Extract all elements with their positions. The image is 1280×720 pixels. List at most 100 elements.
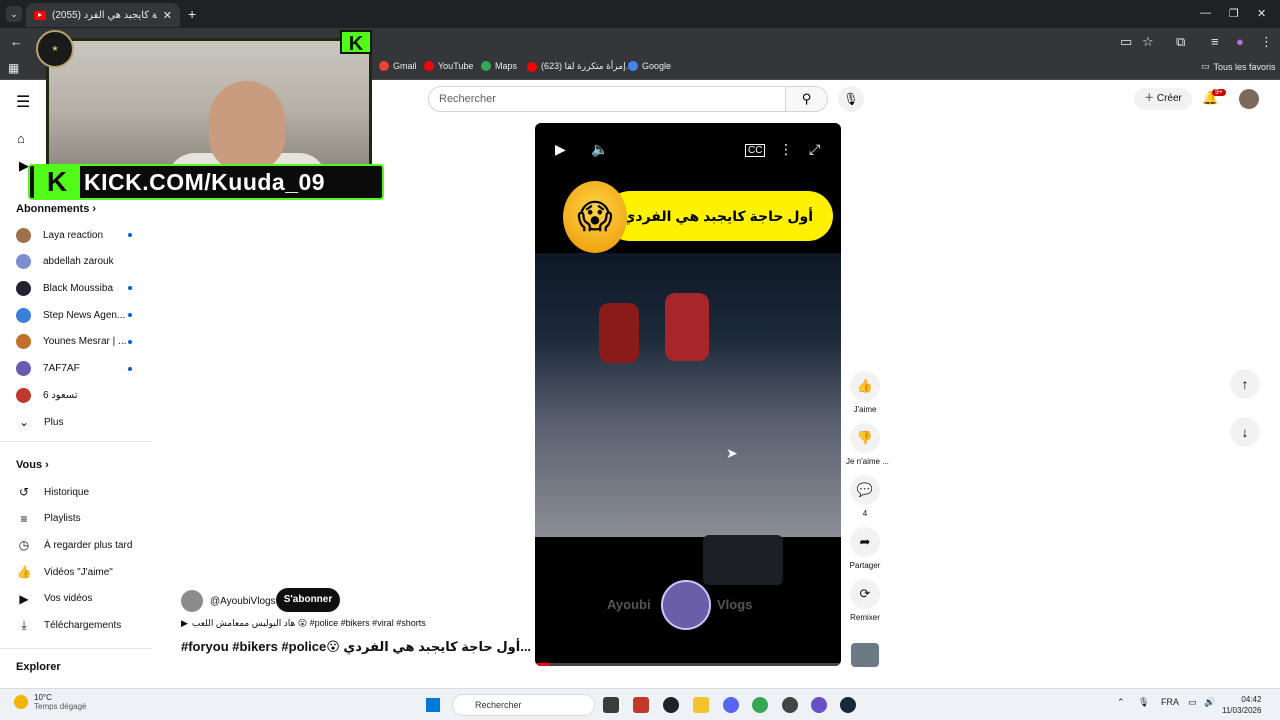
sidebar-more[interactable]: ⌄ Plus bbox=[16, 411, 146, 433]
subscription-item[interactable]: Step News Agen... bbox=[16, 304, 146, 326]
steam-icon[interactable] bbox=[840, 697, 856, 713]
bookmark-video[interactable]: (623) إمرأة متكررة لقا... bbox=[527, 61, 633, 72]
apps-icon[interactable]: ▦ bbox=[8, 61, 19, 75]
sidebar-more-label: Plus bbox=[44, 416, 64, 428]
google-icon bbox=[628, 61, 638, 71]
back-icon[interactable]: ← bbox=[10, 34, 23, 49]
sidebar-home-icon[interactable]: ⌂ bbox=[17, 131, 25, 146]
you-title[interactable]: Vous › bbox=[16, 459, 49, 471]
obs-icon[interactable] bbox=[663, 697, 679, 713]
subscription-item[interactable]: 7AF7AF bbox=[16, 358, 146, 380]
kick-banner: K KICK.COM/Kuuda_09 bbox=[28, 164, 384, 200]
app-icon[interactable] bbox=[633, 697, 649, 713]
remix-label: Remixer bbox=[850, 613, 880, 622]
menu-icon[interactable]: ⋮ bbox=[1260, 34, 1273, 50]
windows-start-icon[interactable] bbox=[426, 698, 440, 712]
weather-text: Temps dégagé bbox=[34, 702, 87, 711]
discord-icon[interactable] bbox=[723, 697, 739, 713]
language-indicator[interactable]: FRA bbox=[1161, 697, 1179, 707]
account-avatar[interactable] bbox=[1239, 89, 1259, 109]
bookmark-google[interactable]: Google bbox=[628, 61, 671, 71]
video-progress-bar[interactable] bbox=[535, 663, 841, 666]
subscription-item[interactable]: Laya reaction bbox=[16, 224, 146, 246]
more-options-icon[interactable]: ⋮ bbox=[779, 141, 793, 158]
media-icon[interactable]: ≡ bbox=[1211, 34, 1219, 49]
subscription-item[interactable]: Black Moussiba bbox=[16, 277, 146, 299]
sidebar-item[interactable]: ▶ Vos vidéos bbox=[16, 588, 146, 610]
subscription-item[interactable]: abdellah zarouk bbox=[16, 251, 146, 273]
bookmark-youtube[interactable]: YouTube bbox=[424, 61, 473, 71]
subscription-item[interactable]: 6 تسعود bbox=[16, 384, 146, 406]
sidebar-item[interactable]: ≡ Playlists bbox=[16, 508, 146, 530]
play-icon[interactable]: ▶ bbox=[555, 141, 566, 158]
app-icon[interactable] bbox=[811, 697, 827, 713]
shorts-video-player[interactable]: ▶ 🔈 CC ⋮ ⤢ أول حاجة كايجبد هي الفردي 😱 A… bbox=[535, 123, 841, 666]
sidebar-item[interactable]: 👍 Vidéos "J'aime" bbox=[16, 561, 146, 583]
network-icon[interactable]: ▭ bbox=[1188, 697, 1197, 708]
dislike-label: Je n'aime ... bbox=[846, 457, 889, 466]
new-tab-button[interactable]: + bbox=[188, 6, 196, 22]
captions-icon[interactable]: CC bbox=[745, 144, 766, 157]
file-explorer-icon[interactable] bbox=[693, 697, 709, 713]
next-video-button[interactable]: ↓ bbox=[1230, 417, 1260, 447]
webcam-feed bbox=[46, 38, 372, 181]
volume-icon[interactable]: 🔈 bbox=[591, 141, 608, 158]
temperature: 10°C bbox=[34, 693, 52, 702]
search-input[interactable]: Rechercher bbox=[428, 86, 786, 112]
subscription-label: abdellah zarouk bbox=[43, 256, 114, 268]
video-description[interactable]: ▶ هاد البوليس ممعامش اللعب 😮 #police #bik… bbox=[181, 618, 426, 629]
like-label: J'aime bbox=[853, 405, 877, 414]
video-title[interactable]: #foryou #bikers #police😮 أول حاجة كايجبد… bbox=[181, 639, 531, 655]
like-button[interactable]: 👍 J'aime bbox=[846, 371, 884, 414]
close-window-button[interactable]: ✕ bbox=[1257, 7, 1266, 20]
comments-button[interactable]: 💬 4 bbox=[846, 475, 884, 518]
dislike-button[interactable]: 👎 Je n'aime ... bbox=[846, 423, 889, 466]
previous-video-button[interactable]: ↑ bbox=[1230, 369, 1260, 399]
sidebar-divider bbox=[0, 648, 152, 649]
sidebar-item[interactable]: ⤓ Téléchargements bbox=[16, 615, 146, 637]
volume-tray-icon[interactable]: 🔊 bbox=[1204, 697, 1215, 708]
extensions-icon[interactable]: ⧉ bbox=[1176, 34, 1185, 50]
taskbar-search-text: Rechercher bbox=[475, 700, 522, 710]
weather-widget[interactable]: 10°C Temps dégagé bbox=[14, 693, 86, 711]
subscription-label: Younes Mesrar | ... bbox=[43, 336, 127, 348]
profile-icon[interactable]: ● bbox=[1236, 34, 1244, 49]
subscribe-button[interactable]: S'abonner bbox=[276, 588, 340, 612]
tray-mic-icon[interactable]: 🎙 bbox=[1138, 697, 1149, 708]
sidebar-item[interactable]: ↺ Historique bbox=[16, 481, 146, 503]
new-content-dot bbox=[128, 339, 132, 344]
channel-name[interactable]: @AyoubiVlogs bbox=[210, 596, 276, 607]
you-title-text: Vous bbox=[16, 459, 43, 471]
subscription-item[interactable]: Younes Mesrar | ... bbox=[16, 331, 146, 353]
tray-chevron-icon[interactable]: ⌃ bbox=[1117, 697, 1125, 708]
kick-corner-badge: K bbox=[340, 30, 372, 55]
maximize-button[interactable]: ❐ bbox=[1229, 7, 1239, 20]
mic-icon: 🎙 bbox=[843, 92, 859, 106]
search-button[interactable]: ⚲ bbox=[786, 86, 828, 112]
cast-icon[interactable]: ▭ bbox=[1120, 34, 1132, 50]
app-icon[interactable] bbox=[782, 697, 798, 713]
sidebar-item-label: Playlists bbox=[44, 513, 81, 525]
tab-close-icon[interactable]: ✕ bbox=[163, 9, 172, 22]
sidebar-item[interactable]: ◷ À regarder plus tard bbox=[16, 534, 146, 556]
taskbar-search[interactable]: Rechercher bbox=[452, 694, 595, 716]
weather-sun-icon bbox=[14, 695, 28, 709]
chrome-icon[interactable] bbox=[752, 697, 768, 713]
task-view-icon[interactable] bbox=[603, 697, 619, 713]
watermark-right: Vlogs bbox=[717, 597, 753, 612]
voice-search-button[interactable]: 🎙 bbox=[838, 86, 864, 112]
minimize-button[interactable]: — bbox=[1200, 7, 1211, 19]
browser-tab-active[interactable]: (2055) أول حاجة كايجبد هي الفرد... ✕ bbox=[26, 3, 180, 27]
tab-search-button[interactable]: ⌄ bbox=[6, 6, 22, 22]
star-icon[interactable]: ☆ bbox=[1142, 34, 1154, 50]
create-button[interactable]: ＋ Créer bbox=[1134, 88, 1192, 110]
all-favorites[interactable]: ▭ Tous les favoris bbox=[1201, 61, 1276, 72]
channel-avatar[interactable] bbox=[181, 590, 203, 612]
bookmark-maps[interactable]: Maps bbox=[481, 61, 517, 71]
share-button[interactable]: ➦ Partager bbox=[846, 527, 884, 570]
remix-button[interactable]: ⟳ Remixer bbox=[846, 579, 884, 622]
clock[interactable]: 04:42 11/03/2026 bbox=[1222, 694, 1261, 716]
sound-thumbnail[interactable] bbox=[851, 643, 879, 667]
bookmark-gmail[interactable]: Gmail bbox=[379, 61, 417, 71]
fullscreen-icon[interactable]: ⤢ bbox=[809, 141, 820, 158]
